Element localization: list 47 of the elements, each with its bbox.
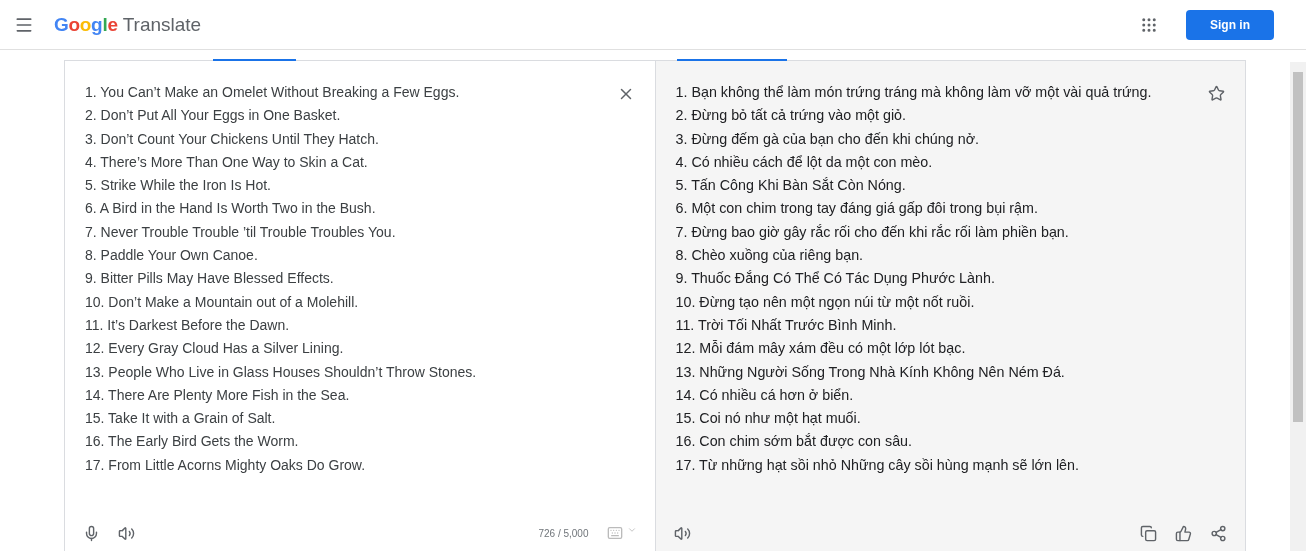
star-icon[interactable] — [1208, 85, 1225, 102]
translation-line: 10. Đừng tạo nên một ngọn núi từ một nốt ruồi. — [675, 292, 976, 312]
translation-line: 3. Đừng đếm gà của bạn cho đến khi chúng nở. — [675, 129, 980, 149]
translation-line: 4. Có nhiều cách để lột da một con mèo. — [675, 152, 934, 172]
source-line: 12. Every Gray Cloud Has a Silver Lining. — [85, 339, 345, 359]
source-line: 9. Bitter Pills May Have Blessed Effects. — [85, 269, 335, 289]
source-line: 10. Don’t Make a Mountain out of a Molehill. — [85, 292, 360, 312]
translation-line: 12. Mỗi đám mây xám đều có một lớp lót bạc. — [675, 339, 967, 359]
translation-line: 8. Chèo xuồng của riêng bạn. — [675, 246, 865, 266]
translation-line: 16. Con chim sớm bắt được con sâu. — [675, 432, 914, 452]
thumbs-up-icon[interactable] — [1175, 524, 1192, 542]
source-line: 11. It’s Darkest Before the Dawn. — [85, 315, 291, 335]
translation-line: 6. Một con chim trong tay đáng giá gấp đôi trong bụi rậm. — [675, 199, 1039, 219]
source-line: 13. People Who Live in Glass Houses Shouldn’t Throw Stones. — [85, 362, 478, 382]
translation-line: 9. Thuốc Đắng Có Thể Có Tác Dụng Phước Lành. — [675, 269, 996, 289]
translation-line: 2. Đừng bỏ tất cả trứng vào một giỏ. — [675, 106, 908, 126]
source-line: 14. There Are Plenty More Fish in the Sea. — [85, 385, 351, 405]
translation-line: 11. Trời Tối Nhất Trước Bình Minh. — [675, 315, 898, 335]
source-line: 5. Strike While the Iron Is Hot. — [85, 176, 272, 196]
sign-in-button[interactable]: Sign in — [1186, 9, 1274, 40]
apps-icon[interactable] — [1140, 15, 1158, 34]
source-line: 7. Never Trouble Trouble ’til Trouble Troubles You. — [85, 222, 397, 242]
scrollbar[interactable] — [1290, 62, 1306, 551]
speaker-icon[interactable] — [673, 524, 691, 542]
source-line: 2. Don’t Put All Your Eggs in One Basket. — [85, 106, 342, 126]
translation-line: 17. Từ những hạt sồi nhỏ Những cây sồi hùng mạnh sẽ lớn lên. — [675, 455, 1080, 475]
source-line: 15. Take It with a Grain of Salt. — [85, 409, 277, 429]
share-icon[interactable] — [1210, 524, 1227, 542]
source-line: 1. You Can’t Make an Omelet Without Breaking a Few Eggs. — [85, 83, 461, 102]
source-line: 6. A Bird in the Hand Is Worth Two in the Bush. — [85, 199, 377, 219]
source-line: 3. Don’t Count Your Chickens Until They Hatch. — [85, 129, 380, 149]
source-line: 17. From Little Acorns Mighty Oaks Do Grow. — [85, 455, 367, 475]
source-line: 8. Paddle Your Own Canoe. — [85, 246, 259, 266]
translation-line: 5. Tấn Công Khi Bàn Sắt Còn Nóng. — [675, 176, 907, 196]
source-line: 4. There’s More Than One Way to Skin a Cat. — [85, 152, 369, 172]
microphone-icon[interactable] — [83, 524, 100, 542]
character-count: 726 / 5,000 — [538, 527, 589, 539]
translation-line: 7. Đừng bao giờ gây rắc rối cho đến khi rắc rối làm phiền bạn. — [675, 222, 1070, 242]
product-name: Translate — [122, 13, 202, 36]
copy-icon[interactable] — [1140, 524, 1157, 542]
translation-line: 15. Coi nó như một hạt muối. — [675, 409, 862, 429]
translation-line: 13. Những Người Sống Trong Nhà Kính Không Nên Ném Đá. — [675, 362, 1066, 382]
speaker-icon[interactable] — [118, 524, 135, 542]
source-line: 16. The Early Bird Gets the Worm. — [85, 432, 300, 452]
translation-line: 14. Có nhiều cá hơn ở biển. — [675, 385, 855, 405]
logo[interactable]: Google — [54, 13, 118, 36]
translation-line: 1. Bạn không thể làm món trứng tráng mà không làm vỡ một vài quả trứng. — [675, 83, 1153, 102]
